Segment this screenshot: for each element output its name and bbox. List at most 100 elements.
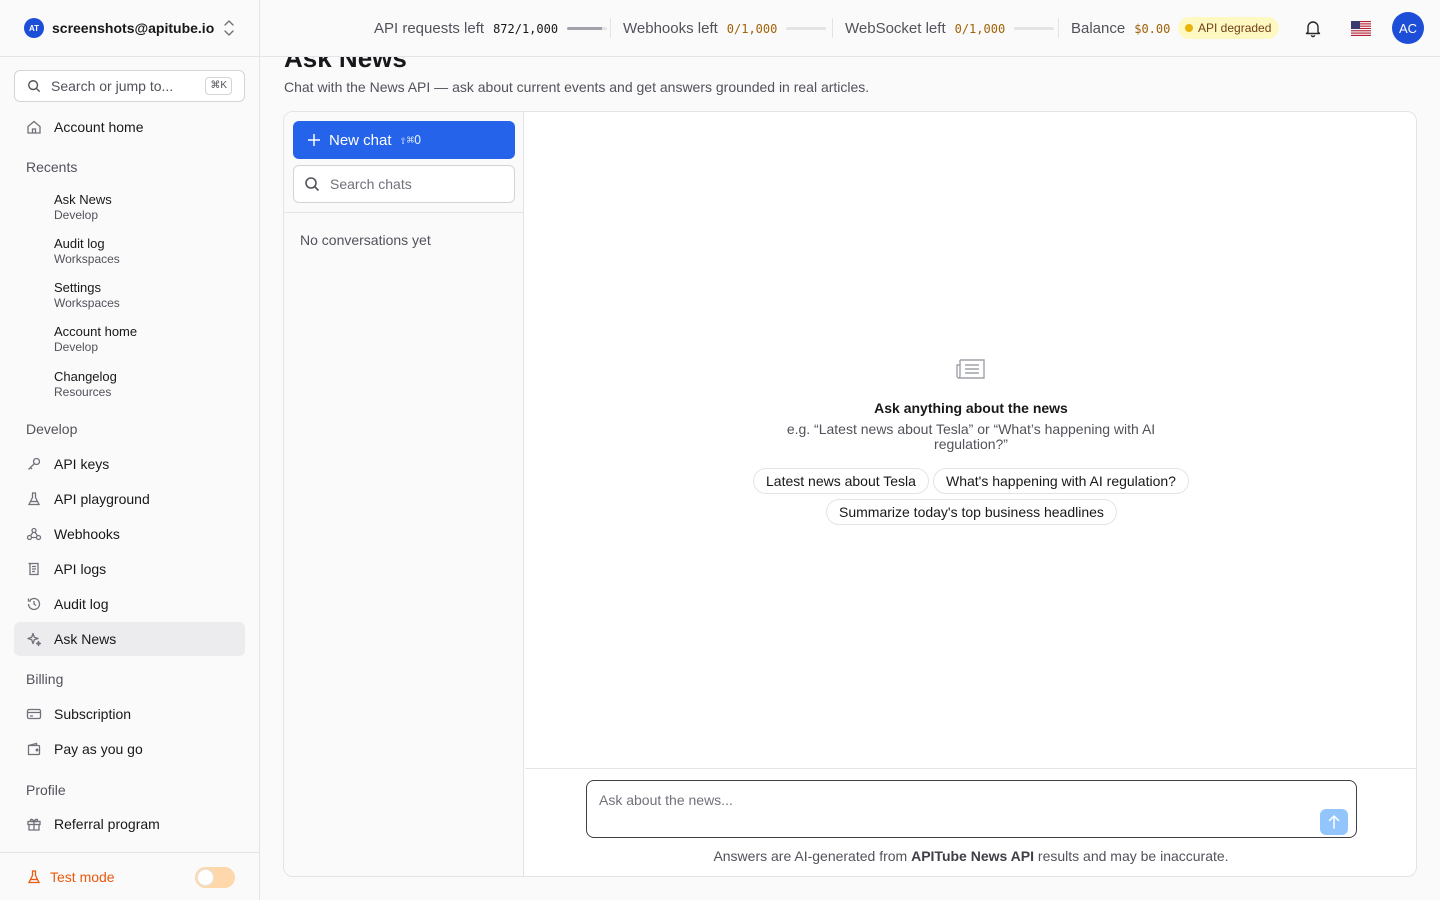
meter-label: Webhooks left xyxy=(623,20,718,37)
new-chat-button[interactable]: New chat ⇧⌘O xyxy=(293,121,515,159)
message-input[interactable]: Ask about the news... xyxy=(586,780,1357,838)
meter-bar xyxy=(786,27,827,30)
meter-bar xyxy=(1014,27,1055,30)
account-email: screenshots@apitube.io xyxy=(52,20,215,36)
status-text: API degraded xyxy=(1198,21,1272,35)
sidebar-item-account-home[interactable]: Account home xyxy=(14,110,245,144)
search-placeholder: Search or jump to... xyxy=(51,78,174,94)
credit-card-icon xyxy=(26,706,42,722)
recent-item[interactable]: Changelog Resources xyxy=(54,369,117,400)
section-billing: Billing xyxy=(26,671,64,687)
sidebar-item-api-playground[interactable]: API playground xyxy=(14,482,245,516)
meter-api-requests: API requests left 872/1,000 xyxy=(374,0,608,57)
divider xyxy=(284,212,524,213)
divider xyxy=(610,18,611,38)
sidebar-item-label: API keys xyxy=(54,456,110,472)
toggle-knob xyxy=(197,869,214,886)
recent-title: Ask News xyxy=(54,192,112,207)
flask-icon xyxy=(27,869,41,883)
recent-title: Changelog xyxy=(54,369,117,384)
page-subtitle: Chat with the News API — ask about curre… xyxy=(284,79,870,95)
divider xyxy=(832,18,833,38)
suggestion-chip[interactable]: Latest news about Tesla xyxy=(753,468,929,494)
disclaimer-brand: APITube News API xyxy=(911,848,1035,864)
balance: Balance $0.00 xyxy=(1071,0,1170,57)
apitube-logo: AT xyxy=(24,18,44,38)
chevron-up-down-icon[interactable] xyxy=(223,19,235,37)
account-switcher[interactable]: AT screenshots@apitube.io xyxy=(0,0,259,57)
search-chats-input[interactable]: Search chats xyxy=(293,165,515,203)
home-icon xyxy=(26,119,42,135)
us-flag-icon[interactable] xyxy=(1351,21,1371,36)
sidebar-item-label: Ask News xyxy=(54,631,117,647)
disclaimer-text: results and may be inaccurate. xyxy=(1037,848,1229,864)
sidebar-item-audit-log[interactable]: Audit log xyxy=(14,587,245,621)
recent-item[interactable]: Ask News Develop xyxy=(54,192,112,223)
sidebar-item-api-logs[interactable]: API logs xyxy=(14,552,245,586)
sidebar-item-label: Account home xyxy=(54,119,144,135)
search-input[interactable]: Search or jump to... ⌘K xyxy=(14,70,245,102)
meter-label: WebSocket left xyxy=(845,20,946,37)
sidebar-item-label: Webhooks xyxy=(54,526,120,542)
ai-disclaimer: Answers are AI-generated from APITube Ne… xyxy=(525,848,1416,864)
disclaimer-text: Answers are AI-generated from xyxy=(713,848,908,864)
bell-icon[interactable] xyxy=(1303,18,1323,38)
webhook-icon xyxy=(26,526,42,542)
send-button[interactable] xyxy=(1320,809,1348,835)
empty-state-hint: e.g. “Latest news about Tesla” or “What’… xyxy=(786,421,1156,452)
recent-subtitle: Develop xyxy=(54,208,99,222)
search-icon xyxy=(28,80,41,93)
section-profile: Profile xyxy=(26,782,66,798)
test-mode-bar: Test mode xyxy=(0,852,259,900)
sidebar-item-referral-program[interactable]: Referral program xyxy=(14,807,245,841)
newspaper-icon xyxy=(956,359,985,379)
search-icon xyxy=(305,177,320,192)
section-develop: Develop xyxy=(26,421,78,437)
sidebar-item-ask-news[interactable]: Ask News xyxy=(14,622,245,656)
status-badge[interactable]: API degraded xyxy=(1178,17,1280,39)
balance-label: Balance xyxy=(1071,20,1126,37)
arrow-up-icon xyxy=(1328,815,1340,829)
meter-value: 0/1,000 xyxy=(954,21,1006,36)
sidebar-item-pay-as-you-go[interactable]: Pay as you go xyxy=(14,732,245,766)
recent-subtitle: Workspaces xyxy=(54,296,120,310)
sidebar-item-api-keys[interactable]: API keys xyxy=(14,447,245,481)
recent-item[interactable]: Settings Workspaces xyxy=(54,280,120,311)
flask-icon xyxy=(26,491,42,507)
section-recents: Recents xyxy=(26,159,78,175)
top-bar: API requests left 872/1,000 Webhooks lef… xyxy=(260,0,1440,57)
test-mode-toggle[interactable] xyxy=(195,867,235,888)
search-shortcut: ⌘K xyxy=(205,77,232,95)
sidebar-item-webhooks[interactable]: Webhooks xyxy=(14,517,245,551)
balance-value: $0.00 xyxy=(1134,21,1171,36)
sidebar-item-label: Subscription xyxy=(54,706,132,722)
sparkles-icon xyxy=(26,631,42,647)
sidebar-item-subscription[interactable]: Subscription xyxy=(14,697,245,731)
suggestion-chip[interactable]: What's happening with AI regulation? xyxy=(933,468,1189,494)
empty-conversations: No conversations yet xyxy=(300,232,431,248)
sidebar-item-label: Pay as you go xyxy=(54,741,143,757)
meter-label: API requests left xyxy=(374,20,485,37)
chat-panel: New chat ⇧⌘O Search chats No conversatio… xyxy=(283,111,1417,877)
search-chats-placeholder: Search chats xyxy=(330,176,412,192)
recent-item[interactable]: Account home Develop xyxy=(54,324,137,355)
message-placeholder: Ask about the news... xyxy=(599,792,733,808)
chat-history-sidebar: New chat ⇧⌘O Search chats No conversatio… xyxy=(284,112,524,876)
sidebar: AT screenshots@apitube.io Search or jump… xyxy=(0,0,260,900)
recent-subtitle: Workspaces xyxy=(54,252,120,266)
meter-bar-fill xyxy=(567,27,602,30)
suggestion-chip[interactable]: Summarize today's top business headlines xyxy=(826,499,1117,525)
sidebar-item-label: API playground xyxy=(54,491,150,507)
gift-icon xyxy=(26,816,42,832)
recent-title: Audit log xyxy=(54,236,105,251)
meter-websocket: WebSocket left 0/1,000 xyxy=(845,0,1055,57)
avatar[interactable]: AC xyxy=(1392,12,1424,44)
recent-item[interactable]: Audit log Workspaces xyxy=(54,236,120,267)
test-mode-label: Test mode xyxy=(50,868,115,885)
sidebar-item-label: API logs xyxy=(54,561,107,577)
recent-title: Settings xyxy=(54,280,101,295)
status-dot xyxy=(1185,24,1193,32)
sidebar-item-label: Referral program xyxy=(54,816,160,832)
new-chat-label: New chat xyxy=(329,131,392,149)
plus-icon xyxy=(308,134,320,146)
